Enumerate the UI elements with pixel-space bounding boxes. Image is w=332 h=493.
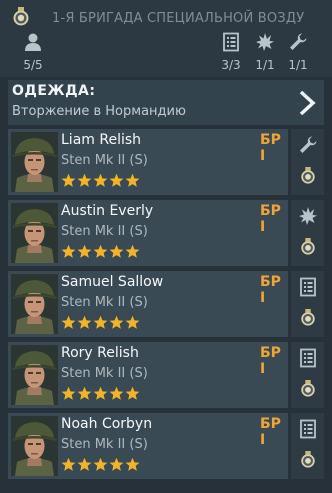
soldier-name: Samuel Sallow — [61, 274, 164, 290]
star-icon — [109, 244, 124, 259]
medal-icon[interactable] — [299, 308, 317, 328]
soldier-stars — [61, 244, 140, 259]
soldier-rank: БР I — [260, 203, 281, 235]
soldier-portrait — [11, 416, 58, 476]
squad-title: 1-Я БРИГАДА СПЕЦИАЛЬНОЙ ВОЗДУ — [52, 11, 305, 26]
orders-icon — [298, 277, 318, 297]
soldier-stars — [61, 315, 140, 330]
soldier-portrait — [11, 345, 58, 405]
star-icon — [109, 315, 124, 330]
wrench-icon — [298, 135, 318, 155]
medal-icon[interactable] — [299, 166, 317, 186]
soldier-stars — [61, 386, 140, 401]
soldier-name: Liam Relish — [61, 132, 142, 148]
soldier-weapon: Sten Mk II (S) — [61, 224, 148, 239]
soldier-side-panel — [291, 342, 324, 408]
star-icon — [93, 244, 108, 259]
star-icon — [125, 244, 140, 259]
soldier-stars — [61, 173, 140, 188]
tools-count: 1/1 — [288, 58, 308, 72]
soldier-rank: БР I — [260, 345, 281, 377]
squad-medal-icon[interactable] — [10, 6, 32, 28]
person-icon — [23, 32, 43, 52]
soldier-card[interactable]: Noah Corbyn Sten Mk II (S) БР I — [8, 413, 288, 479]
soldier-card[interactable]: Liam Relish Sten Mk II (S) БР I — [8, 129, 288, 195]
soldier-stars — [61, 457, 140, 472]
chevron-right-icon[interactable] — [298, 90, 316, 116]
outfit-label: ОДЕЖДА: — [12, 83, 96, 99]
soldier-side-panel — [291, 129, 324, 195]
star-icon — [125, 386, 140, 401]
soldier-name: Austin Everly — [61, 203, 154, 219]
outfit-value: Вторжение в Нормандию — [12, 104, 186, 119]
star-icon — [77, 315, 92, 330]
star-icon — [125, 173, 140, 188]
soldier-side-panel — [291, 200, 324, 266]
soldier-row[interactable]: Noah Corbyn Sten Mk II (S) БР I — [8, 413, 324, 479]
star-icon — [61, 386, 76, 401]
soldier-side-panel — [291, 413, 324, 479]
soldier-rank: БР I — [260, 132, 281, 164]
explosives-count: 1/1 — [255, 58, 275, 72]
soldier-row[interactable]: Samuel Sallow Sten Mk II (S) БР I — [8, 271, 324, 337]
star-icon — [61, 457, 76, 472]
soldier-weapon: Sten Mk II (S) — [61, 295, 148, 310]
soldier-portrait — [11, 203, 58, 263]
star-icon — [109, 173, 124, 188]
star-icon — [77, 173, 92, 188]
squad-members-count: 5/5 — [23, 58, 43, 72]
outfit-selector[interactable]: ОДЕЖДА: Вторжение в Нормандию — [8, 80, 324, 125]
medal-icon[interactable] — [299, 237, 317, 257]
soldier-row[interactable]: Rory Relish Sten Mk II (S) БР I — [8, 342, 324, 408]
soldier-row[interactable]: Austin Everly Sten Mk II (S) БР I — [8, 200, 324, 266]
soldier-weapon: Sten Mk II (S) — [61, 153, 148, 168]
soldier-name: Rory Relish — [61, 345, 139, 361]
explosion-icon — [298, 206, 318, 226]
star-icon — [93, 386, 108, 401]
star-icon — [77, 244, 92, 259]
star-icon — [61, 315, 76, 330]
soldier-weapon: Sten Mk II (S) — [61, 437, 148, 452]
soldier-portrait — [11, 274, 58, 334]
medal-icon[interactable] — [299, 450, 317, 470]
soldier-name: Noah Corbyn — [61, 416, 153, 432]
star-icon — [61, 173, 76, 188]
soldier-rank: БР I — [260, 274, 281, 306]
soldier-card[interactable]: Rory Relish Sten Mk II (S) БР I — [8, 342, 288, 408]
orders-icon — [298, 348, 318, 368]
star-icon — [125, 315, 140, 330]
star-icon — [93, 457, 108, 472]
soldier-portrait — [11, 132, 58, 192]
orders-icon — [221, 32, 241, 52]
orders-count: 3/3 — [221, 58, 241, 72]
soldier-row[interactable]: Liam Relish Sten Mk II (S) БР I — [8, 129, 324, 195]
wrench-icon — [288, 32, 308, 52]
orders-icon — [298, 419, 318, 439]
star-icon — [93, 173, 108, 188]
star-icon — [93, 315, 108, 330]
star-icon — [109, 386, 124, 401]
soldier-card[interactable]: Austin Everly Sten Mk II (S) БР I — [8, 200, 288, 266]
star-icon — [77, 457, 92, 472]
soldier-side-panel — [291, 271, 324, 337]
soldier-weapon: Sten Mk II (S) — [61, 366, 148, 381]
star-icon — [77, 386, 92, 401]
soldier-rank: БР I — [260, 416, 281, 448]
soldier-card[interactable]: Samuel Sallow Sten Mk II (S) БР I — [8, 271, 288, 337]
star-icon — [125, 457, 140, 472]
explosion-icon — [255, 32, 275, 52]
star-icon — [109, 457, 124, 472]
star-icon — [61, 244, 76, 259]
squad-header: 1-Я БРИГАДА СПЕЦИАЛЬНОЙ ВОЗДУ 5/5 3/3 1/… — [0, 0, 332, 77]
medal-icon[interactable] — [299, 379, 317, 399]
